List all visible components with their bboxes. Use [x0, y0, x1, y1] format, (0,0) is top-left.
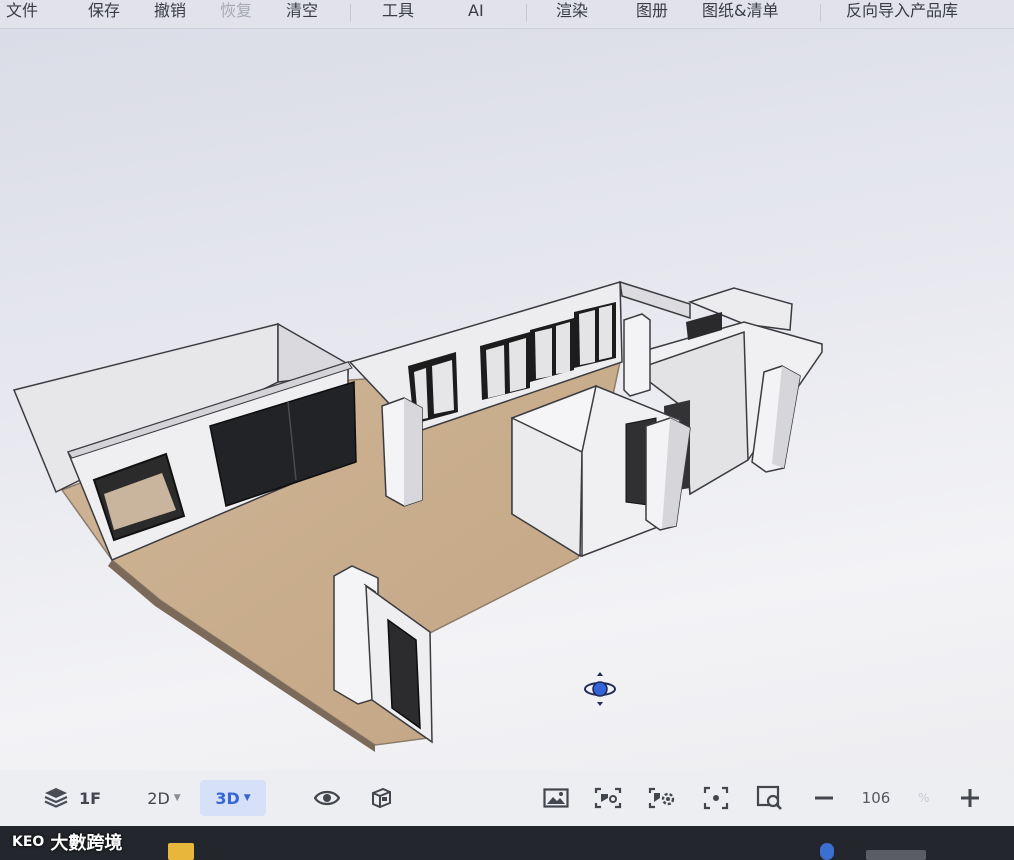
pillar-right-1[interactable] [623, 313, 651, 397]
layers-icon [44, 788, 68, 808]
menu-album[interactable]: 图册 [636, 0, 668, 22]
cube-view-button[interactable] [360, 780, 402, 816]
watermark-logo-mark: KEO [12, 834, 45, 850]
zoom-unit: % [918, 791, 930, 805]
screen: 文件 保存 撤销 恢复 清空 工具 AI 渲染 图册 图纸&清单 反向导入产品库 [0, 0, 1014, 860]
bottom-toolbar: 1F 2D ▼ 3D ▼ 106 % [0, 770, 1014, 826]
menu-reverse-import[interactable]: 反向导入产品库 [846, 0, 958, 22]
screenshot-button[interactable] [586, 780, 630, 816]
focus-button[interactable] [694, 780, 738, 816]
floor-label: 1F [78, 788, 102, 808]
menu-divider [350, 4, 351, 22]
window-back-3-pane [535, 328, 552, 379]
tray-icon[interactable] [866, 850, 926, 860]
menu-tools[interactable]: 工具 [382, 0, 414, 22]
window-back-4-pane [599, 305, 612, 360]
menu-file[interactable]: 文件 [6, 0, 38, 22]
floorplan-3d-model[interactable] [0, 28, 1014, 770]
zoom-in-button[interactable] [952, 780, 988, 816]
folder-icon[interactable] [168, 843, 194, 860]
3d-viewport[interactable] [0, 28, 1014, 770]
window-back-4-pane [579, 310, 595, 365]
zoom-out-button[interactable] [806, 780, 842, 816]
screenshot-icon [594, 787, 622, 809]
chevron-down-icon: ▼ [173, 793, 181, 803]
cube-icon [372, 787, 391, 809]
window-back-2-pane [509, 338, 526, 392]
menu-drawings-list[interactable]: 图纸&清单 [702, 0, 778, 22]
menu-render[interactable]: 渲染 [556, 0, 588, 22]
view-3d-label: 3D [215, 788, 240, 808]
render-image-button[interactable] [534, 780, 578, 816]
search-view-button[interactable] [748, 780, 792, 816]
eye-icon [314, 790, 340, 806]
camera-settings-icon [648, 787, 675, 809]
minus-icon [815, 796, 833, 800]
menu-bar: 文件 保存 撤销 恢复 清空 工具 AI 渲染 图册 图纸&清单 反向导入产品库 [0, 0, 1014, 29]
watermark-logo: KEO 大數跨境 [12, 829, 122, 855]
menu-divider [820, 4, 821, 22]
plus-icon [961, 789, 979, 807]
menu-redo[interactable]: 恢复 [220, 0, 252, 22]
search-view-icon [756, 785, 782, 810]
os-taskbar [0, 826, 1014, 860]
menu-undo[interactable]: 撤销 [154, 0, 186, 22]
view-2d-label: 2D [147, 788, 170, 808]
floor-selector[interactable]: 1F [36, 780, 108, 816]
focus-icon [703, 786, 729, 810]
zoom-level-field[interactable]: 106 [846, 780, 906, 816]
camera-settings-button[interactable] [640, 780, 684, 816]
pillar-center-side [404, 398, 422, 506]
menu-clear[interactable]: 清空 [286, 0, 318, 22]
chevron-down-icon: ▼ [243, 793, 251, 803]
orbit-gizmo-icon[interactable] [584, 672, 616, 706]
app-icon[interactable] [820, 843, 834, 860]
menu-ai[interactable]: AI [468, 0, 484, 22]
window-back-2-pane [486, 345, 505, 398]
menu-divider [526, 4, 527, 22]
view-3d-button[interactable]: 3D ▼ [200, 780, 266, 816]
watermark-text: 大數跨境 [50, 833, 123, 854]
wall-back-long-end [619, 280, 691, 320]
image-icon [543, 788, 569, 808]
visibility-button[interactable] [306, 780, 348, 816]
window-back-3-pane [556, 322, 570, 374]
window-back-1-pane [432, 360, 454, 414]
menu-save[interactable]: 保存 [88, 0, 120, 22]
view-2d-button[interactable]: 2D ▼ [136, 780, 192, 816]
